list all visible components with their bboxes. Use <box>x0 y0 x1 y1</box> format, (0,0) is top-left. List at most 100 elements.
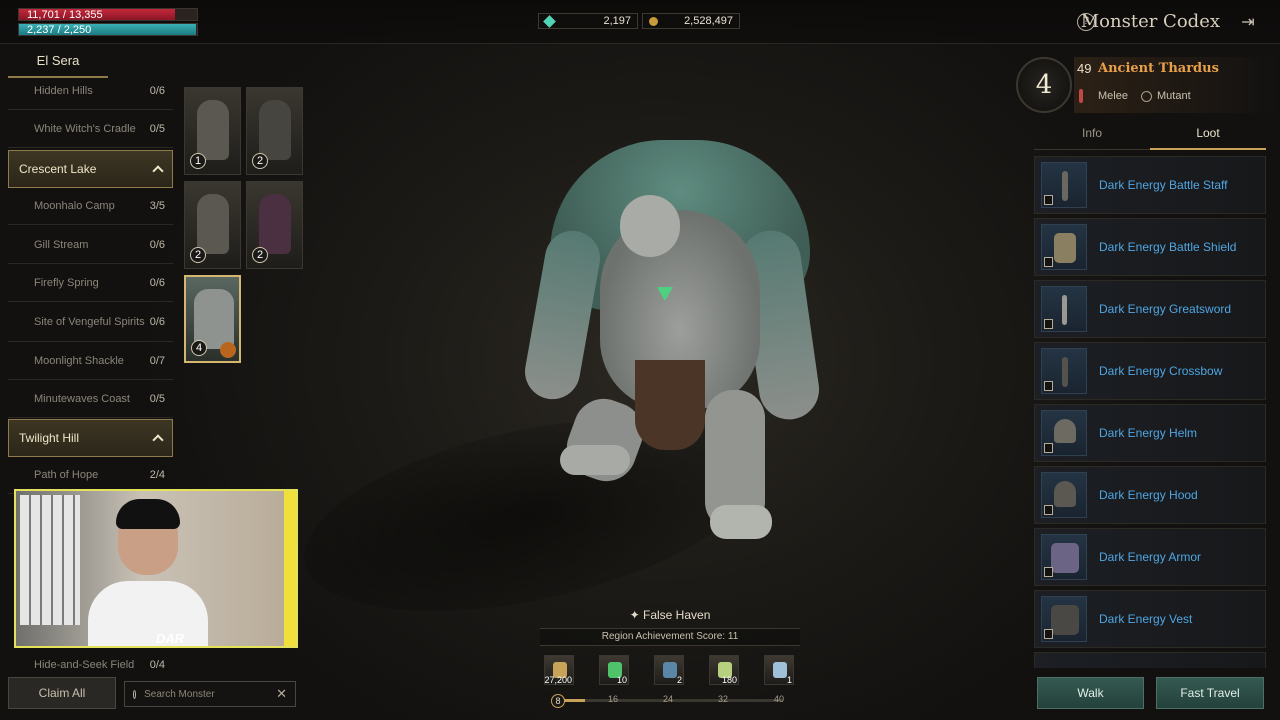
monster-card[interactable]: 1 <box>184 87 241 175</box>
monster-loincloth <box>635 360 705 450</box>
tab-loot[interactable]: Loot <box>1150 120 1266 150</box>
location-item[interactable]: Moonhalo Camp 3/5 <box>8 187 173 225</box>
claim-all-button[interactable]: Claim All <box>8 677 116 709</box>
location-name: White Witch's Cradle <box>34 122 136 135</box>
armor-icon <box>1051 543 1079 573</box>
monster-foot-left <box>560 445 630 475</box>
fast-travel-button[interactable]: Fast Travel <box>1156 677 1264 709</box>
loot-name: Dark Energy Hood <box>1099 488 1198 502</box>
elite-badge-icon <box>220 342 236 358</box>
monster-card[interactable]: 2 <box>184 181 241 269</box>
location-name: Path of Hope <box>34 468 99 481</box>
reward-qty: 1 <box>786 675 792 685</box>
reward-item[interactable]: 2 <box>654 655 684 685</box>
location-item[interactable]: White Witch's Cradle 0/5 <box>8 110 173 148</box>
item-mark-icon <box>1044 381 1053 391</box>
loot-name: Dark Energy Armor <box>1099 550 1202 564</box>
loot-item[interactable]: Dark Energy Battle Staff <box>1034 156 1266 214</box>
hp-bar: 11,701 / 13,355 <box>18 8 198 21</box>
tier-badge: 1 <box>190 153 206 169</box>
location-count: 0/6 <box>149 276 165 289</box>
ore-icon <box>663 662 677 678</box>
item-mark-icon <box>1044 443 1053 453</box>
vest-icon <box>1051 605 1079 635</box>
group-twilight-hill[interactable]: Twilight Hill <box>8 419 173 457</box>
loot-item[interactable]: Dark Energy Battle Shield <box>1034 218 1266 276</box>
tier-badge: 2 <box>252 247 268 263</box>
location-item[interactable]: Gill Stream 0/6 <box>8 226 173 264</box>
reward-item[interactable]: 180 <box>709 655 739 685</box>
target-marker-icon <box>657 287 673 301</box>
reward-item[interactable]: 1 <box>764 655 794 685</box>
reward-item[interactable]: 27,200 <box>544 655 574 685</box>
monster-card[interactable]: 2 <box>246 181 303 269</box>
hair <box>116 499 180 529</box>
tier-badge: 2 <box>190 247 206 263</box>
walk-button[interactable]: Walk <box>1037 677 1144 709</box>
monster-card-selected[interactable]: 4 <box>184 275 241 363</box>
location-count: 0/6 <box>149 84 165 97</box>
item-mark-icon <box>1044 629 1053 639</box>
region-tab[interactable]: El Sera <box>8 50 108 78</box>
loot-item[interactable] <box>1034 652 1266 668</box>
location-name: Minutewaves Coast <box>34 392 130 405</box>
loot-name: Dark Energy Battle Staff <box>1099 178 1228 192</box>
location-count: 2/4 <box>149 468 165 481</box>
loot-item[interactable]: Dark Energy Vest <box>1034 590 1266 648</box>
loot-item[interactable]: Dark Energy Greatsword <box>1034 280 1266 338</box>
gold-amount: 2,528,497 <box>684 15 733 27</box>
location-item[interactable]: Site of Vengeful Spirits 0/6 <box>8 302 173 342</box>
group-crescent-lake[interactable]: Crescent Lake <box>8 150 173 188</box>
window-background <box>20 495 80 625</box>
monster-level: 49 <box>1077 61 1092 76</box>
tab-info[interactable]: Info <box>1034 120 1150 150</box>
detail-tabs: Info Loot <box>1034 120 1266 150</box>
location-count: 3/5 <box>149 199 165 212</box>
shield-icon <box>1054 233 1076 263</box>
tier-badge: 2 <box>252 153 268 169</box>
location-name: Hidden Hills <box>34 84 93 97</box>
item-slot <box>1041 162 1087 208</box>
reward-qty: 10 <box>616 675 627 685</box>
loot-name: Dark Energy Crossbow <box>1099 364 1223 378</box>
search-input[interactable] <box>144 688 277 700</box>
player-bars: 11,701 / 13,355 2,237 / 2,250 <box>18 8 198 38</box>
mp-bar: 2,237 / 2,250 <box>18 23 198 36</box>
mutant-icon <box>1141 91 1152 102</box>
monster-type: Mutant <box>1157 90 1191 102</box>
monster-head <box>620 195 680 257</box>
location-item[interactable]: Minutewaves Coast 0/5 <box>8 380 173 418</box>
monster-foot-right <box>710 505 772 539</box>
location-item[interactable]: Moonlight Shackle 0/7 <box>8 342 173 380</box>
monster-name: Ancient Thardus <box>1098 61 1219 76</box>
loot-name: Dark Energy Greatsword <box>1099 302 1232 316</box>
clear-icon[interactable]: ✕ <box>276 686 287 702</box>
chevron-up-icon <box>152 434 164 446</box>
progress-tick: 32 <box>717 694 728 704</box>
monster-portrait <box>259 100 291 160</box>
loot-item[interactable]: Dark Energy Crossbow <box>1034 342 1266 400</box>
monster-card[interactable]: 2 <box>246 87 303 175</box>
level-badge: 4 <box>1016 57 1072 113</box>
item-mark-icon <box>1044 257 1053 267</box>
reward-qty: 2 <box>676 675 682 685</box>
webcam-overlay: DAR <box>14 489 298 648</box>
location-item[interactable]: Hidden Hills 0/6 <box>8 80 173 110</box>
location-item[interactable]: Hide-and-Seek Field 0/4 <box>8 655 173 675</box>
shirt-text: DAR <box>156 631 185 646</box>
melee-icon <box>1079 89 1083 103</box>
gold-coin-icon <box>649 16 658 26</box>
loot-item[interactable]: Dark Energy Armor <box>1034 528 1266 586</box>
hood-icon <box>1054 481 1076 507</box>
loot-item[interactable]: Dark Energy Hood <box>1034 466 1266 524</box>
progress-tick: 8 <box>551 694 565 708</box>
loot-item[interactable]: Dark Energy Helm <box>1034 404 1266 462</box>
shirt <box>88 581 208 646</box>
location-item[interactable]: Firefly Spring 0/6 <box>8 264 173 302</box>
loot-name: Dark Energy Helm <box>1099 426 1198 440</box>
location-name: Moonhalo Camp <box>34 199 115 212</box>
streamer <box>88 499 208 646</box>
reward-item[interactable]: 10 <box>599 655 629 685</box>
loot-list: Dark Energy Battle Staff Dark Energy Bat… <box>1034 156 1266 668</box>
exit-icon[interactable]: ⇥ <box>1239 12 1257 31</box>
